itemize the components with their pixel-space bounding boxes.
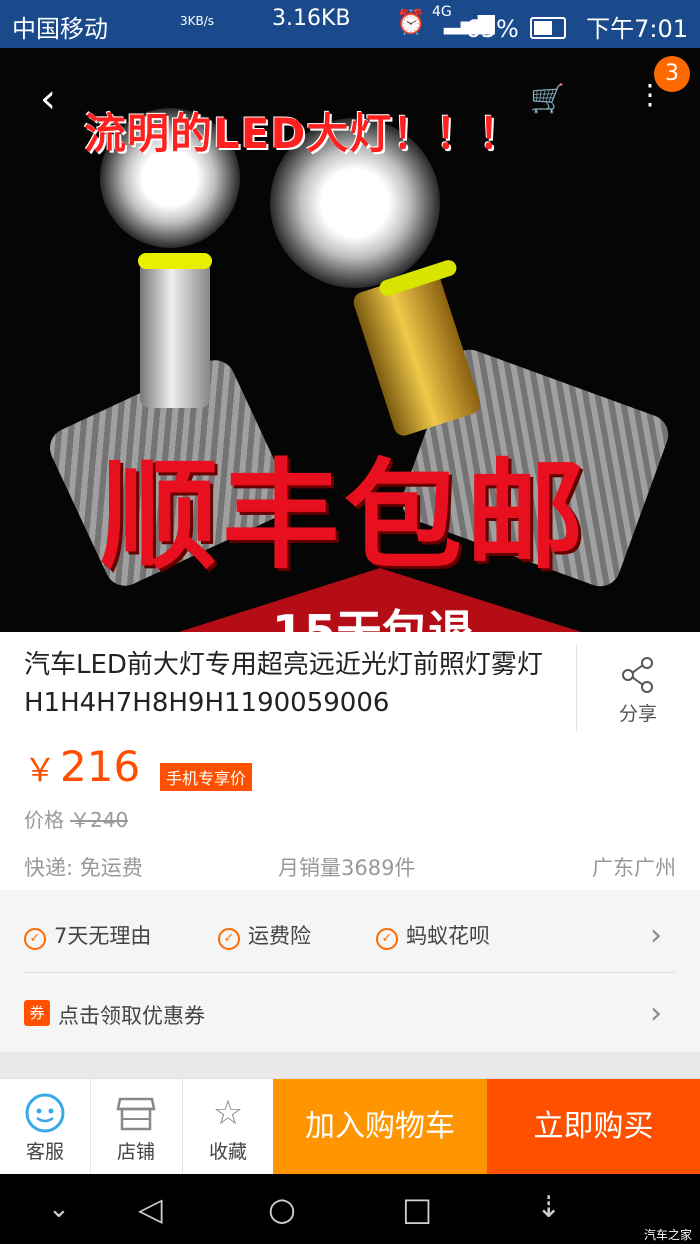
share-icon bbox=[622, 657, 653, 693]
share-label: 分享 bbox=[618, 703, 657, 725]
service-label: 运费险 bbox=[248, 924, 311, 948]
free-shipping-text: 顺丰包邮 bbox=[100, 447, 589, 585]
check-icon: ✓ bbox=[218, 928, 240, 950]
cart-icon[interactable]: 🛒 bbox=[530, 82, 565, 115]
net-speed: 3.16KB bbox=[272, 6, 351, 31]
socket-ring-left bbox=[138, 253, 212, 269]
action-bar: 客服 店铺 ☆ 收藏 加入购物车 立即购买 bbox=[0, 1078, 700, 1175]
shop-button[interactable]: 店铺 bbox=[91, 1091, 181, 1164]
status-bar: 中国移动 3KB/s 3.16KB 4G ⏰ ▂▄▆ 63% 下午7:01 bbox=[0, 0, 700, 48]
customer-service-button[interactable]: 客服 bbox=[0, 1091, 90, 1164]
check-icon: ✓ bbox=[376, 928, 398, 950]
favorite-label: 收藏 bbox=[208, 1141, 247, 1163]
section-gap bbox=[0, 1052, 700, 1078]
status-right: 63% 下午7:01 bbox=[465, 9, 688, 44]
service-label: 客服 bbox=[25, 1141, 64, 1163]
buy-now-button[interactable]: 立即购买 bbox=[487, 1079, 700, 1175]
banner-text: 流明的LED大灯！！！ bbox=[84, 109, 522, 158]
divider bbox=[576, 644, 577, 732]
product-image[interactable]: 流明的LED大灯！！！ 顺丰包邮 15天包退 bbox=[0, 48, 700, 632]
chevron-right-icon[interactable]: › bbox=[650, 918, 662, 953]
star-icon: ☆ bbox=[212, 1093, 244, 1133]
battery-percent: 63% bbox=[465, 15, 519, 43]
service-label: 蚂蚁花呗 bbox=[406, 924, 490, 948]
add-to-cart-button[interactable]: 加入购物车 bbox=[273, 1079, 487, 1175]
bulb-socket-gold bbox=[351, 267, 483, 439]
battery-icon bbox=[530, 17, 567, 39]
share-button[interactable]: 分享 bbox=[600, 656, 676, 726]
product-title: 汽车LED前大灯专用超亮远近光灯前照灯雾灯H1H4H7H8H9H11900590… bbox=[24, 650, 543, 718]
watermark: 汽车之家 bbox=[643, 1228, 692, 1242]
shipping-info: 快递: 免运费 bbox=[24, 856, 143, 880]
chevron-right-icon[interactable]: › bbox=[650, 996, 662, 1031]
back-nav-icon[interactable]: ◁ bbox=[138, 1190, 163, 1228]
mobile-price-tag: 手机专享价 bbox=[160, 763, 253, 791]
system-nav-bar: ⌄ ◁ ○ □ ⇣ bbox=[0, 1174, 700, 1244]
original-price: 价格 ￥240 bbox=[24, 804, 128, 833]
shop-label: 店铺 bbox=[116, 1141, 155, 1163]
price-symbol: ￥ bbox=[24, 751, 57, 789]
net-speed-small: 3KB/s bbox=[180, 14, 215, 28]
chat-icon bbox=[0, 1091, 90, 1135]
favorite-button[interactable]: ☆ 收藏 bbox=[183, 1091, 273, 1164]
clock: 下午7:01 bbox=[586, 15, 688, 43]
carrier-name: 中国移动 bbox=[12, 15, 108, 43]
shop-icon bbox=[91, 1091, 181, 1135]
alarm-icon: ⏰ bbox=[396, 8, 426, 36]
price: ￥216 bbox=[24, 742, 140, 791]
chevron-down-icon[interactable]: ⌄ bbox=[48, 1194, 70, 1224]
coupon-icon: 券 bbox=[24, 1000, 50, 1026]
return-policy-text: 15天包退 bbox=[272, 605, 475, 632]
divider bbox=[24, 972, 676, 973]
service-item[interactable]: ✓ 蚂蚁花呗 bbox=[376, 920, 490, 950]
price-value: 216 bbox=[60, 742, 141, 791]
original-price-label: 价格 bbox=[24, 808, 64, 832]
coupon-link[interactable]: 点击领取优惠券 bbox=[58, 1000, 205, 1030]
location: 广东广州 bbox=[592, 856, 676, 880]
cart-badge: 3 bbox=[654, 56, 690, 92]
service-label: 7天无理由 bbox=[54, 924, 152, 948]
bulb-socket-silver bbox=[140, 258, 210, 408]
check-icon: ✓ bbox=[24, 928, 46, 950]
service-item[interactable]: ✓ 运费险 bbox=[218, 920, 311, 950]
service-item[interactable]: ✓ 7天无理由 bbox=[24, 920, 151, 950]
home-icon[interactable]: ○ bbox=[268, 1190, 296, 1228]
back-icon[interactable]: ‹ bbox=[40, 76, 56, 122]
original-price-value: ￥240 bbox=[70, 808, 129, 832]
monthly-sales: 月销量3689件 bbox=[278, 856, 416, 880]
recents-icon[interactable]: □ bbox=[402, 1190, 432, 1228]
notification-pull-icon[interactable]: ⇣ bbox=[536, 1190, 561, 1225]
